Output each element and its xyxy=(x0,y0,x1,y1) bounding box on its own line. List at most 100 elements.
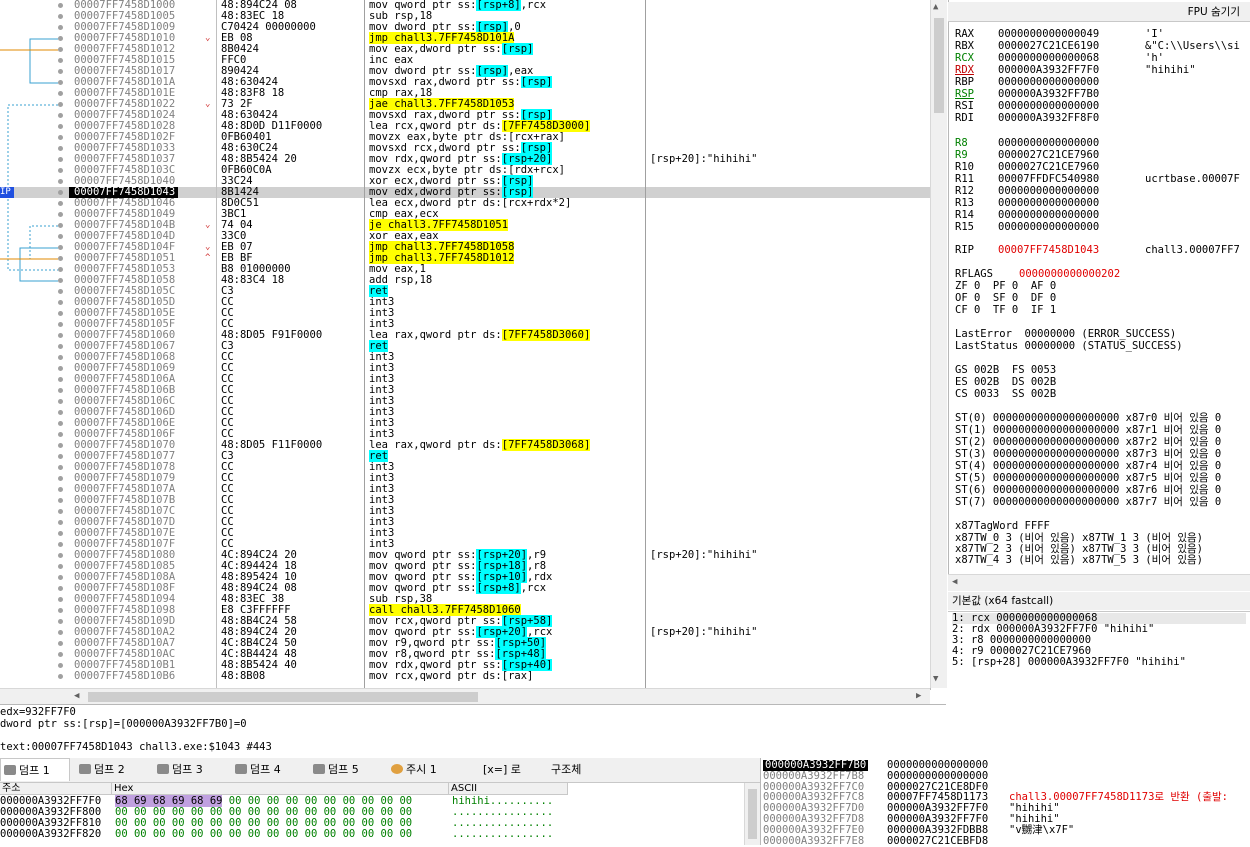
breakpoint-dot[interactable] xyxy=(58,212,63,217)
breakpoint-dot[interactable] xyxy=(58,465,63,470)
breakpoint-dot[interactable] xyxy=(58,344,63,349)
fpu-st-row[interactable]: ST(4) 00000000000000000000 x87r4 비어 있음 0 xyxy=(955,460,1250,472)
dump-hex[interactable]: 00 00 00 00 00 00 00 00 00 00 00 00 00 0… xyxy=(115,829,412,840)
breakpoint-dot[interactable] xyxy=(58,377,63,382)
breakpoint-dot[interactable] xyxy=(58,531,63,536)
tab-3[interactable]: 덤프 3 xyxy=(154,758,228,781)
scroll-left-icon[interactable]: ◀ xyxy=(952,577,957,587)
breakpoint-dot[interactable] xyxy=(58,190,63,195)
memory-dump-view[interactable]: 주소 Hex ASCII 000000A3932FF7F0 68 69 68 69 68… xyxy=(0,783,760,845)
breakpoint-dot[interactable] xyxy=(58,102,63,107)
tab-2[interactable]: 덤프 2 xyxy=(76,758,150,781)
breakpoint-dot[interactable] xyxy=(58,366,63,371)
register-row-rip[interactable]: RIP 00007FF7458D1043 chall3.00007FF7 xyxy=(955,244,1240,256)
tab-4[interactable]: 덤프 4 xyxy=(232,758,306,781)
breakpoint-dot[interactable] xyxy=(58,300,63,305)
register-row[interactable]: RBX 0000027C21CE6190 &"C:\\Users\\si xyxy=(955,40,1240,52)
breakpoint-dot[interactable] xyxy=(58,36,63,41)
fpu-st-row[interactable]: ST(6) 00000000000000000000 x87r6 비어 있음 0 xyxy=(955,484,1250,496)
breakpoint-dot[interactable] xyxy=(58,234,63,239)
breakpoint-dot[interactable] xyxy=(58,124,63,129)
disasm-vertical-scrollbar[interactable]: ▲ ▼ xyxy=(930,0,947,688)
breakpoint-dot[interactable] xyxy=(58,201,63,206)
segment-row[interactable]: ES 002B DS 002B xyxy=(955,376,1056,388)
breakpoint-dot[interactable] xyxy=(58,586,63,591)
scroll-thumb[interactable] xyxy=(88,692,478,702)
fpu-st-row[interactable]: ST(7) 00000000000000000000 x87r7 비어 있음 0 xyxy=(955,496,1250,508)
register-row[interactable]: R12 0000000000000000 xyxy=(955,185,1145,197)
breakpoint-dot[interactable] xyxy=(58,25,63,30)
breakpoint-dot[interactable] xyxy=(58,553,63,558)
breakpoint-dot[interactable] xyxy=(58,487,63,492)
breakpoint-dot[interactable] xyxy=(58,575,63,580)
breakpoint-dot[interactable] xyxy=(58,3,63,8)
segment-row[interactable]: CS 0033 SS 002B xyxy=(955,388,1056,400)
breakpoint-dot[interactable] xyxy=(58,245,63,250)
register-row[interactable]: RSI 0000000000000000 xyxy=(955,100,1145,112)
scroll-down-icon[interactable]: ▼ xyxy=(933,674,938,684)
register-row[interactable]: R8 0000000000000000 xyxy=(955,137,1145,149)
breakpoint-dot[interactable] xyxy=(58,135,63,140)
tab-8[interactable]: 구조체 xyxy=(533,758,605,781)
scroll-left-icon[interactable]: ◀ xyxy=(74,691,79,701)
breakpoint-dot[interactable] xyxy=(58,520,63,525)
breakpoint-dot[interactable] xyxy=(58,267,63,272)
register-row[interactable]: RCX 0000000000000068 'h' xyxy=(955,52,1164,64)
breakpoint-dot[interactable] xyxy=(58,14,63,19)
dump-vertical-scrollbar[interactable] xyxy=(744,783,760,845)
breakpoint-dot[interactable] xyxy=(58,432,63,437)
dump-header-hex[interactable]: Hex xyxy=(112,783,449,795)
breakpoint-dot[interactable] xyxy=(58,179,63,184)
register-row[interactable]: R10 0000027C21CE7960 xyxy=(955,161,1145,173)
breakpoint-dot[interactable] xyxy=(58,80,63,85)
regs-horizontal-scrollbar[interactable]: ◀ xyxy=(948,574,1250,591)
register-row[interactable]: R9 0000027C21CE7960 xyxy=(955,149,1145,161)
dump-ascii[interactable]: ................ xyxy=(452,829,553,840)
stack-view[interactable]: 000000A3932FF7B0 0000000000000000 000000A3… xyxy=(760,758,1250,846)
breakpoint-dot[interactable] xyxy=(58,476,63,481)
fpu-st-row[interactable]: ST(5) 00000000000000000000 x87r5 비어 있음 0 xyxy=(955,472,1250,484)
breakpoint-dot[interactable] xyxy=(58,509,63,514)
breakpoint-dot[interactable] xyxy=(58,443,63,448)
breakpoint-dot[interactable] xyxy=(58,630,63,635)
tab-1[interactable]: 덤프 1 xyxy=(0,758,70,781)
register-row[interactable]: R15 0000000000000000 xyxy=(955,221,1145,233)
breakpoint-dot[interactable] xyxy=(58,289,63,294)
scroll-thumb[interactable] xyxy=(934,18,944,113)
breakpoint-dot[interactable] xyxy=(58,47,63,52)
breakpoint-dot[interactable] xyxy=(58,69,63,74)
breakpoint-dot[interactable] xyxy=(58,256,63,261)
fpu-st-row[interactable]: ST(0) 00000000000000000000 x87r0 비어 있음 0 xyxy=(955,412,1250,424)
breakpoint-dot[interactable] xyxy=(58,399,63,404)
breakpoint-dot[interactable] xyxy=(58,388,63,393)
breakpoint-dot[interactable] xyxy=(58,157,63,162)
register-row-rflags[interactable]: RFLAGS 0000000000000202 xyxy=(955,268,1120,280)
breakpoint-dot[interactable] xyxy=(58,58,63,63)
breakpoint-dot[interactable] xyxy=(58,498,63,503)
disasm-row[interactable]: 00007FF7458D10B6 48:8B08 mov rcx,qword ptr… xyxy=(0,671,930,682)
argument-row[interactable]: 5: [rsp+28] 000000A3932FF7F0 "hihihi" xyxy=(952,657,1186,668)
dump-header-ascii[interactable]: ASCII xyxy=(449,783,568,795)
breakpoint-dot[interactable] xyxy=(58,311,63,316)
flags-row[interactable]: ZF 0 PF 0 AF 0 xyxy=(955,280,1056,292)
breakpoint-dot[interactable] xyxy=(58,322,63,327)
register-row[interactable]: R13 0000000000000000 xyxy=(955,197,1145,209)
call-convention-title[interactable]: 기본값 (x64 fastcall) xyxy=(948,592,1250,610)
register-row[interactable]: RBP 0000000000000000 xyxy=(955,76,1145,88)
register-row[interactable]: R11 00007FFDFC540980 ucrtbase.00007F xyxy=(955,173,1240,185)
flags-row[interactable]: CF 0 TF 0 IF 1 xyxy=(955,304,1056,316)
fpu-st-row[interactable]: ST(3) 00000000000000000000 x87r3 비어 있음 0 xyxy=(955,448,1250,460)
tab-7[interactable]: [x=] 로컬 xyxy=(465,758,529,799)
dump-header-address[interactable]: 주소 xyxy=(0,783,112,795)
scroll-up-icon[interactable]: ▲ xyxy=(933,2,938,12)
breakpoint-dot[interactable] xyxy=(58,91,63,96)
disassembly-view[interactable]: 00007FF7458D1000 48:894C24 08 mov qword pt… xyxy=(0,0,931,690)
breakpoint-dot[interactable] xyxy=(58,410,63,415)
breakpoint-dot[interactable] xyxy=(58,608,63,613)
fpu-toggle-button[interactable]: FPU 숨기기 xyxy=(948,2,1250,22)
breakpoint-dot[interactable] xyxy=(58,223,63,228)
breakpoint-dot[interactable] xyxy=(58,278,63,283)
breakpoint-dot[interactable] xyxy=(58,113,63,118)
register-row[interactable]: RDX 000000A3932FF7F0 "hihihi" xyxy=(955,64,1196,76)
breakpoint-dot[interactable] xyxy=(58,421,63,426)
